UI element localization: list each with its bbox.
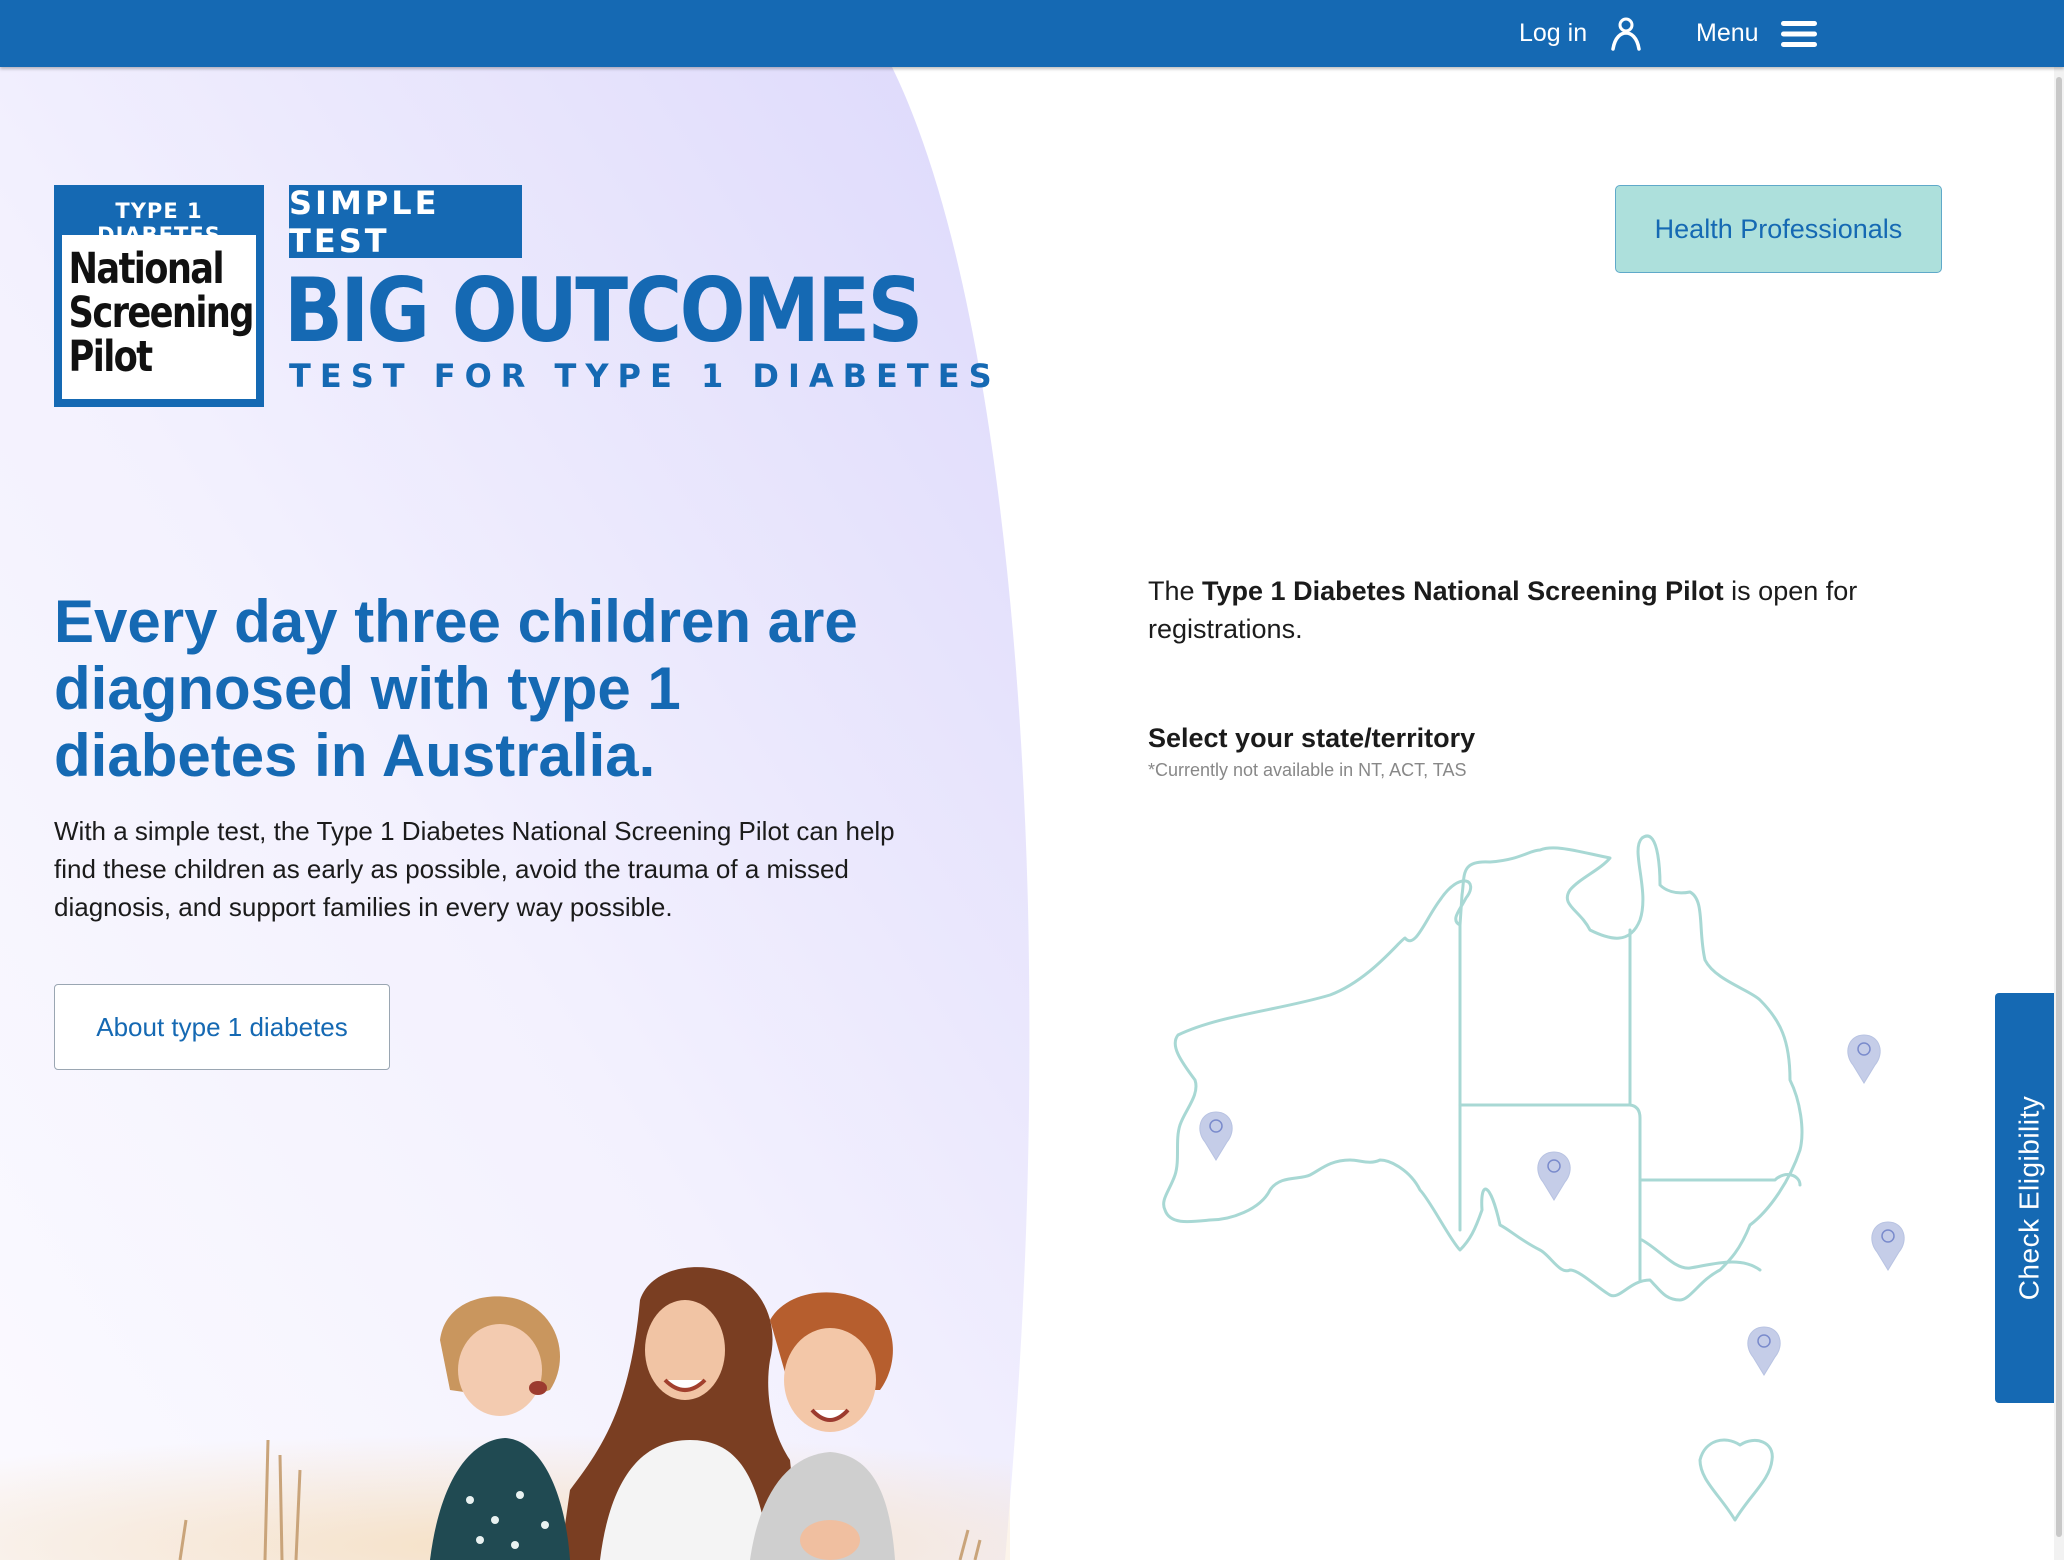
logo-line-pilot: Pilot (68, 332, 154, 382)
health-professionals-button[interactable]: Health Professionals (1615, 185, 1942, 273)
logo-line-screening: Screening (68, 288, 255, 338)
login-label: Log in (1519, 19, 1588, 47)
hero-headline: Every day three children are diagnosed w… (54, 588, 858, 789)
logo-inner: National Screening Pilot (62, 235, 256, 399)
national-screening-pilot-logo: TYPE 1 DIABETES National Screening Pilot (54, 185, 264, 407)
logo-line-national: National (68, 244, 225, 294)
australia-coastline (1162, 834, 1804, 1302)
map-pin-icon[interactable] (1847, 1034, 1881, 1084)
map-pin-icon[interactable] (1871, 1221, 1905, 1271)
qld-nsw-border (1638, 1173, 1802, 1187)
about-type-1-diabetes-button[interactable]: About type 1 diabetes (54, 984, 390, 1070)
family-photo (0, 1267, 1010, 1560)
map-pin-icon[interactable] (1199, 1111, 1233, 1161)
check-eligibility-label: Check Eligibility (2013, 1095, 2045, 1301)
australia-state-map (1162, 834, 1905, 1522)
map-pin-icon[interactable] (1537, 1151, 1571, 1201)
test-for-subheading: TEST FOR TYPE 1 DIABETES (289, 357, 1001, 395)
hamburger-menu-icon (1780, 20, 1817, 47)
person-icon (1611, 17, 1641, 51)
open-text-program-name: Type 1 Diabetes National Screening Pilot (1202, 576, 1724, 606)
big-outcomes-heading: BIG OUTCOMES (284, 259, 923, 362)
registration-open-text: The Type 1 Diabetes National Screening P… (1148, 572, 1868, 648)
login-link[interactable]: Log in (1519, 0, 1643, 67)
simple-test-badge: SIMPLE TEST (289, 184, 522, 260)
page-scrollbar[interactable] (2054, 67, 2064, 1560)
menu-button[interactable]: Menu (1696, 0, 1817, 67)
top-navigation-bar: Log in Menu (0, 0, 2064, 67)
map-pin-icon[interactable] (1747, 1326, 1781, 1376)
select-state-title: Select your state/territory (1148, 723, 1476, 753)
menu-label: Menu (1696, 19, 1759, 47)
hero-intro: With a simple test, the Type 1 Diabetes … (54, 816, 895, 922)
scrollbar-thumb[interactable] (2056, 77, 2062, 1537)
availability-note: *Currently not available in NT, ACT, TAS (1148, 760, 1467, 780)
tasmania-outline (1698, 1438, 1774, 1522)
open-text-prefix: The (1148, 576, 1203, 606)
